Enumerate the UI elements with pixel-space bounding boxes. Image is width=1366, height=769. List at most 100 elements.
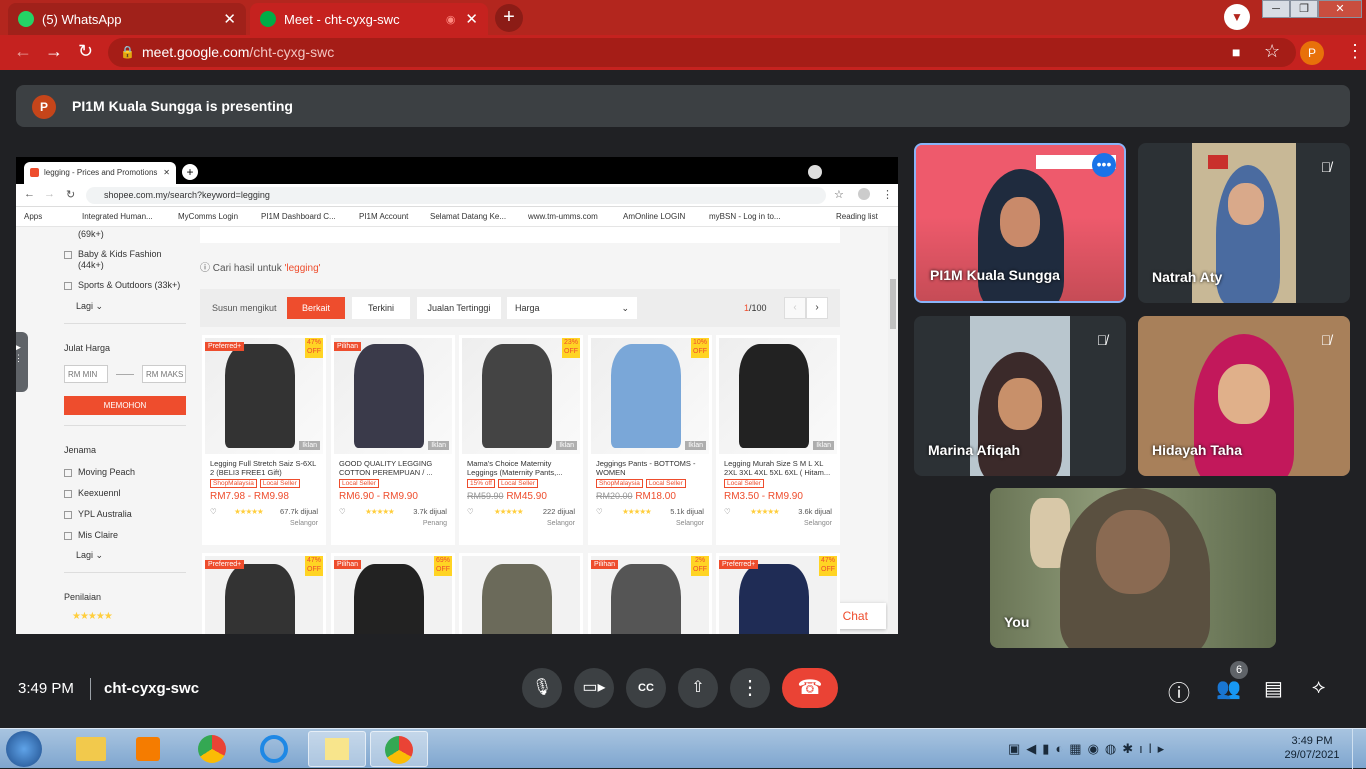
reload-icon[interactable]: ↻ [78,41,93,62]
chat-icon[interactable]: ▤ [1264,676,1283,701]
product-card[interactable]: Preferred+ 47% OFF [202,553,326,634]
mic-off-icon: 🎙̸ [1320,159,1332,175]
product-name: Jeggings Pants - BOTTOMS - WOMEN [596,459,696,477]
product-card[interactable]: Pilihan 69% OFF [331,553,455,634]
tab-whatsapp[interactable]: (5) WhatsApp ✕ [8,3,246,35]
hang-up-icon: ☎ [797,677,823,699]
participant-tile-self[interactable]: You [990,488,1276,648]
sticky-notes-icon[interactable] [308,731,366,767]
camera-button[interactable]: ▭▸ [574,668,614,708]
legging-image [611,344,681,448]
rating-stars[interactable]: ★★★★★ [72,611,113,622]
sort-latest-button[interactable]: Terkini [352,297,410,319]
system-tray[interactable]: ▣◀▮◐▦◉◍✱ıl▸ [1008,741,1170,757]
brand-item[interactable]: Moving Peach [64,467,135,477]
bookmark-item: AmOnline LOGIN [623,212,686,221]
category-item[interactable]: Sports & Outdoors (33k+) [64,280,180,290]
close-icon[interactable]: ✕ [465,10,478,28]
brand-item[interactable]: YPL Australia [64,509,132,519]
minimize-button[interactable]: ─ [1262,0,1290,18]
more-link[interactable]: Lagi ⌄ [76,301,103,312]
more-options-icon[interactable]: ••• [1092,153,1116,177]
product-card[interactable]: Iklan Legging Murah Size S M L XL 2XL 3XL… [716,335,840,545]
participant-tile[interactable]: 🎙̸ Hidayah Taha [1138,316,1350,476]
tab-meet[interactable]: Meet - cht-cyxg-swc ◉ ✕ [250,3,488,35]
brand-item[interactable]: Mis Claire [64,530,118,540]
address-bar[interactable]: 🔒 meet.google.com/cht-cyxg-swc [108,38,1296,67]
product-image[interactable]: 23% OFF Iklan [462,338,580,454]
present-button[interactable]: ⇧ [678,668,718,708]
info-icon[interactable]: ⓘ [1168,676,1190,708]
chrome-active-icon[interactable] [370,731,428,767]
product-image[interactable]: Iklan [719,338,837,454]
participant-tile[interactable]: 🎙̸ Marina Afiqah [914,316,1126,476]
heart-icon[interactable]: ♡ [596,507,603,516]
sold-count: 3.7k dijual [413,507,447,516]
product-image[interactable]: Pilihan 69% OFF [334,556,452,634]
tab-search-icon[interactable]: ▼ [1224,4,1250,30]
product-card[interactable]: 23% OFF Iklan Mama's Choice Maternity Legg… [459,335,583,545]
heart-icon[interactable]: ♡ [339,507,346,516]
internet-explorer-icon[interactable] [246,731,304,767]
product-card[interactable] [459,553,583,634]
sort-price-select[interactable]: Harga ⌄ [507,297,637,319]
back-icon[interactable]: ← [14,41,32,62]
product-image[interactable]: Preferred+ 47% OFF [719,556,837,634]
profile-avatar[interactable]: P [1300,41,1324,65]
side-panel-handle[interactable]: ▶▶⋮⋮ [16,332,28,392]
scrollbar-thumb[interactable] [890,279,896,329]
product-image[interactable]: Pilihan 2% OFF [591,556,709,634]
window-close-button[interactable]: ✕ [1318,0,1362,18]
sort-relevance-button[interactable]: Berkait [287,297,345,319]
product-card[interactable]: Preferred+ 47% OFF Iklan Legging Full Stret… [202,335,326,545]
product-card[interactable]: 10% OFF Iklan Jeggings Pants - BOTTOMS - W… [588,335,712,545]
menu-icon[interactable]: ⋮ [1346,41,1364,62]
captions-icon: CC [638,682,654,694]
microphone-button[interactable]: 🎙 [522,668,562,708]
captions-button[interactable]: CC [626,668,666,708]
people-icon[interactable]: 👥 [1216,676,1241,701]
file-explorer-icon[interactable] [62,731,120,767]
new-tab-button[interactable]: + [495,4,523,32]
camera-icon[interactable]: ■ [1232,44,1240,60]
leave-call-button[interactable]: ☎ [782,668,838,708]
product-card[interactable]: Preferred+ 47% OFF [716,553,840,634]
chrome-icon[interactable] [184,731,242,767]
max-price-input[interactable] [142,365,186,383]
heart-icon[interactable]: ♡ [467,507,474,516]
close-icon[interactable]: ✕ [223,10,236,28]
min-price-input[interactable] [64,365,108,383]
show-desktop-button[interactable] [1352,729,1366,769]
product-card[interactable]: Pilihan Iklan GOOD QUALITY LEGGING COTTON … [331,335,455,545]
product-card[interactable]: Pilihan 2% OFF [588,553,712,634]
meet-icon [260,11,276,27]
start-button[interactable] [6,731,42,767]
maximize-button[interactable]: ❐ [1290,0,1318,18]
heart-icon[interactable]: ♡ [724,507,731,516]
product-image[interactable]: Preferred+ 47% OFF [205,556,323,634]
more-link[interactable]: Lagi ⌄ [76,550,103,561]
participant-tile-presenter[interactable]: ••• PI1M Kuala Sungga [914,143,1126,303]
bookmark-item: PI1M Dashboard C... [261,212,336,221]
heart-icon[interactable]: ♡ [210,507,217,516]
prev-page-button[interactable]: ‹ [784,297,806,319]
taskbar-clock[interactable]: 3:49 PM 29/07/2021 [1282,734,1342,762]
more-options-button[interactable]: ⋮ [730,668,770,708]
sort-top-sales-button[interactable]: Jualan Tertinggi [417,297,501,319]
category-item[interactable]: Baby & Kids Fashion [64,249,162,259]
participant-tile[interactable]: 🎙̸ Natrah Aty [1138,143,1350,303]
brand-item[interactable]: Keexuennl [64,488,121,498]
product-image[interactable]: Pilihan Iklan [334,338,452,454]
wall-decor [1208,155,1228,169]
product-image[interactable]: Preferred+ 47% OFF Iklan [205,338,323,454]
forward-icon[interactable]: → [45,41,63,62]
media-player-icon[interactable] [120,731,178,767]
product-image[interactable] [462,556,580,634]
ad-label: Iklan [556,441,577,450]
bookmark-star-icon[interactable]: ☆ [1264,41,1280,62]
product-tag: ShopMalaysia [596,479,643,488]
product-image[interactable]: 10% OFF Iklan [591,338,709,454]
apply-button[interactable]: MEMOHON [64,396,186,415]
activities-icon[interactable]: ⟡ [1312,676,1325,699]
next-page-button[interactable]: › [806,297,828,319]
